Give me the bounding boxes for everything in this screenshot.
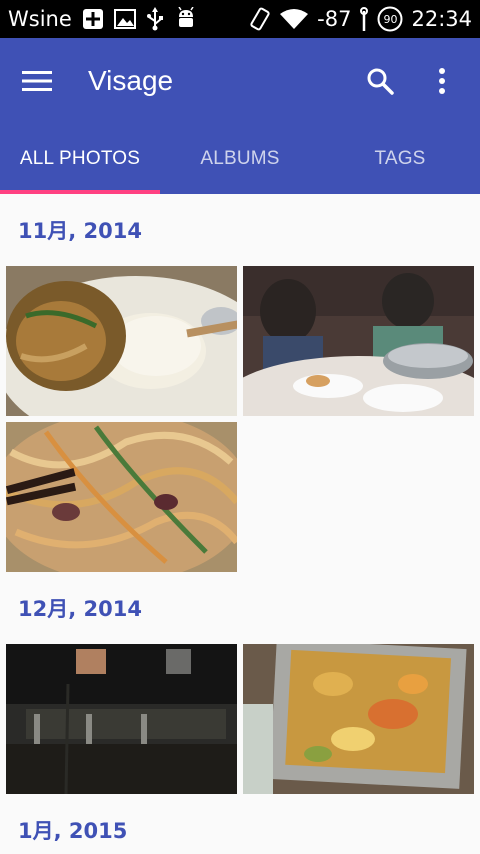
section-date-header: 1月, 2015	[18, 819, 128, 843]
search-button[interactable]	[358, 59, 402, 103]
signal-icon	[359, 7, 369, 31]
photo-thumbnail[interactable]	[6, 422, 237, 572]
usb-icon	[146, 7, 164, 31]
app-title: Visage	[88, 65, 174, 96]
hamburger-menu-icon	[22, 71, 52, 91]
wifi-icon	[279, 8, 309, 30]
image-notification-icon	[113, 8, 136, 30]
section-date-header: 12月, 2014	[18, 597, 142, 621]
photo-thumbnail[interactable]	[6, 644, 237, 794]
battery-icon: 90	[377, 6, 403, 32]
empty-cell	[243, 422, 474, 572]
photo-thumbnail[interactable]	[6, 266, 237, 416]
overflow-menu-button[interactable]	[420, 59, 464, 103]
tab-albums[interactable]: ALBUMS	[160, 124, 320, 194]
signal-strength-label: -87	[317, 7, 352, 31]
photo-thumbnail[interactable]	[243, 644, 474, 794]
tab-bar: ALL PHOTOS ALBUMS TAGS	[0, 124, 480, 194]
add-notification-icon	[82, 8, 104, 30]
toolbar: Visage	[0, 38, 480, 124]
carrier-label: Wsine	[8, 7, 72, 31]
photo-grid	[0, 266, 480, 572]
tab-all-photos[interactable]: ALL PHOTOS	[0, 124, 160, 194]
battery-level-label: 90	[383, 12, 398, 26]
section-date-header: 11月, 2014	[18, 219, 142, 243]
android-debug-icon	[174, 7, 198, 31]
photo-thumbnail[interactable]	[243, 266, 474, 416]
photo-feed[interactable]: 11月, 2014 12月, 2014 1月, 2015	[0, 194, 480, 854]
clock: 22:34	[411, 7, 472, 31]
search-icon	[367, 68, 394, 95]
status-bar: Wsine -87 90 22:34	[0, 0, 480, 38]
more-vert-icon	[439, 68, 445, 94]
menu-button[interactable]	[12, 56, 62, 106]
tab-tags[interactable]: TAGS	[320, 124, 480, 194]
photo-grid	[0, 644, 480, 794]
app-bar: Visage ALL PHOTOS ALBUMS TAGS	[0, 38, 480, 194]
vibrate-icon	[249, 7, 271, 31]
